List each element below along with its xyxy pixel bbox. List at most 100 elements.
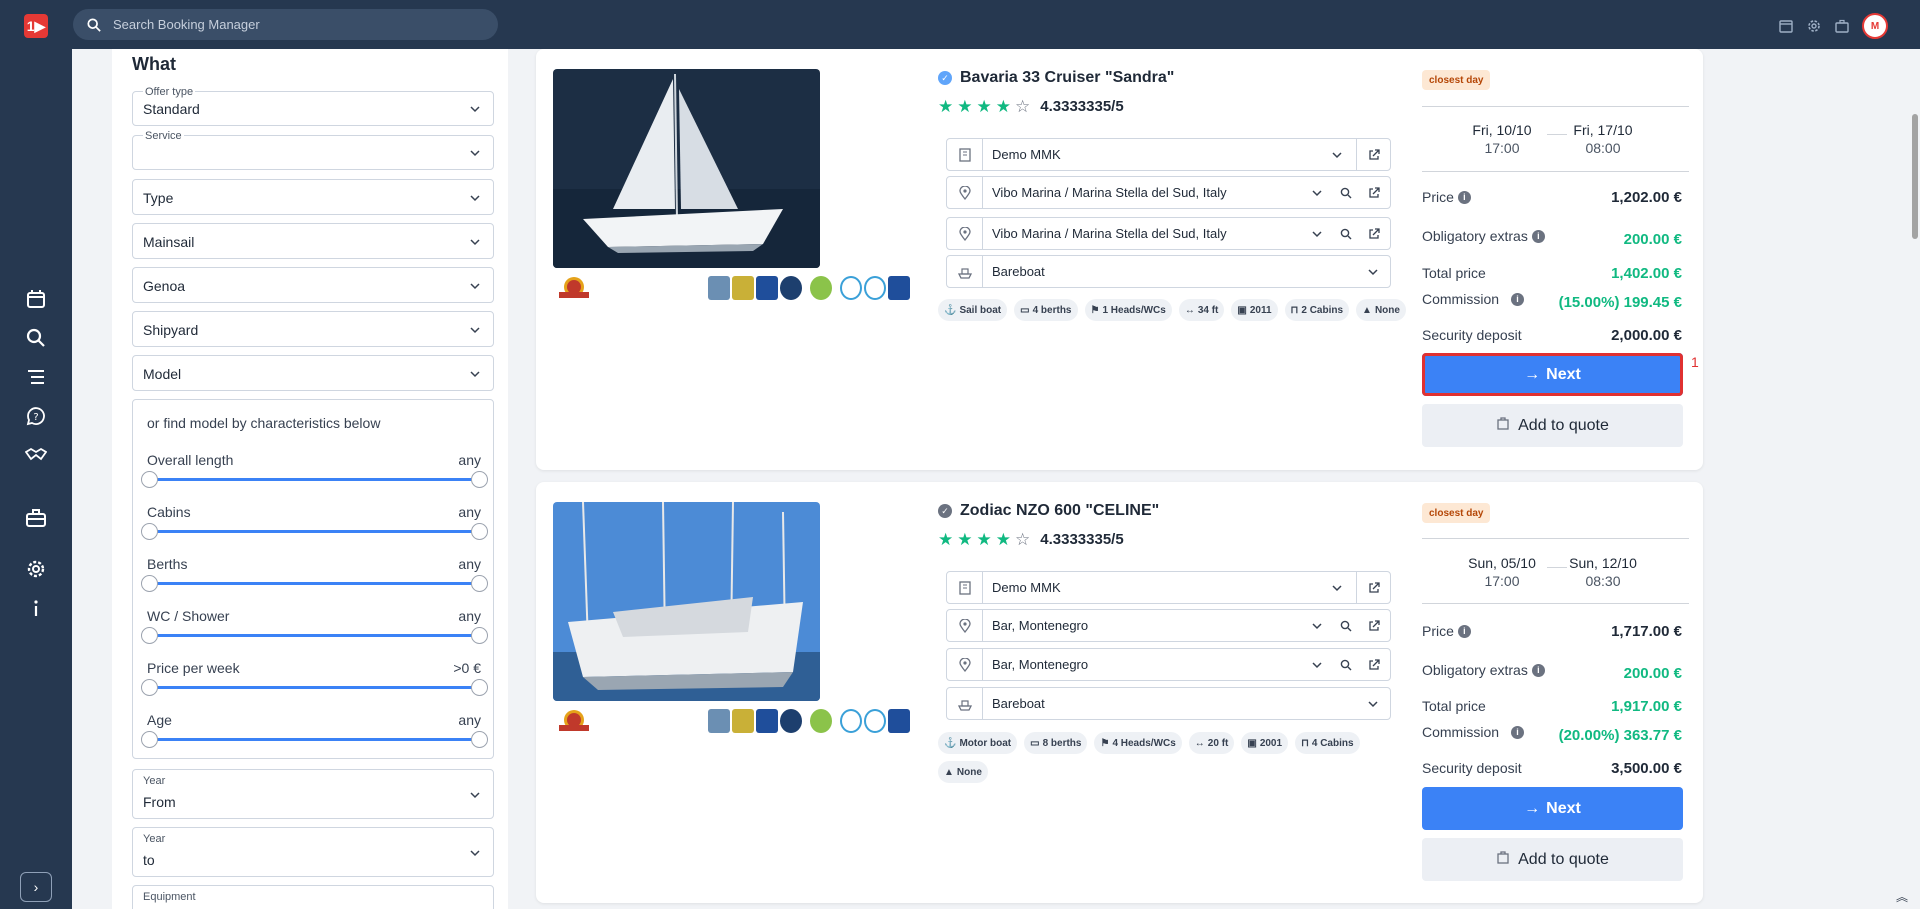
filter-panel: What Offer type Standard Service Type Ma…	[112, 49, 508, 909]
chevron-down-icon	[470, 195, 480, 202]
slider-max-handle[interactable]	[471, 627, 488, 644]
slider-min-handle[interactable]	[141, 679, 158, 696]
base-from-select[interactable]: Vibo Marina / Marina Stella del Sud, Ita…	[946, 176, 1391, 209]
slider-track[interactable]	[149, 530, 479, 533]
equipment-select[interactable]: Equipment	[132, 885, 494, 909]
search-input[interactable]	[113, 17, 473, 32]
handshake-nav-icon[interactable]	[24, 443, 48, 467]
add-to-quote-button[interactable]: Add to quote	[1422, 838, 1683, 881]
info-icon[interactable]: i	[1531, 663, 1545, 677]
chevron-down-icon	[470, 283, 480, 290]
search-nav-icon[interactable]	[24, 326, 48, 350]
age-slider[interactable]: Age any	[141, 712, 488, 764]
scrollbar-thumb[interactable]	[1912, 114, 1918, 239]
slider-track[interactable]	[149, 686, 479, 689]
slider-value: any	[458, 556, 481, 572]
slider-track[interactable]	[149, 738, 479, 741]
slider-min-handle[interactable]	[141, 523, 158, 540]
add-to-quote-button[interactable]: Add to quote	[1422, 404, 1683, 447]
characteristics-box: or find model by characteristics below O…	[132, 399, 494, 759]
end-date: Fri, 17/10	[1573, 122, 1633, 138]
info-icon[interactable]: i	[1457, 190, 1471, 204]
company-select[interactable]: Demo MMK	[946, 138, 1391, 171]
info-icon[interactable]: i	[1457, 624, 1471, 638]
type-select-label: Type	[143, 190, 174, 206]
info-icon[interactable]: i	[1511, 292, 1525, 306]
slider-min-handle[interactable]	[141, 575, 158, 592]
certificate-badge-icon	[840, 276, 862, 300]
external-link-icon[interactable]	[1356, 139, 1391, 170]
price-row: Price i 1,717.00 €	[1422, 623, 1682, 641]
genoa-select[interactable]: Genoa	[132, 267, 494, 303]
app-logo[interactable]: 1▶	[24, 14, 48, 38]
help-nav-icon[interactable]: ?	[24, 404, 48, 428]
slider-max-handle[interactable]	[471, 575, 488, 592]
year-to-select[interactable]: Year to	[132, 827, 494, 877]
briefcase-icon[interactable]	[1834, 18, 1850, 34]
user-avatar[interactable]: M	[1862, 13, 1888, 39]
charter-type-select[interactable]: Bareboat	[946, 687, 1391, 720]
external-link-icon[interactable]	[1356, 572, 1391, 603]
external-link-icon[interactable]	[1356, 649, 1391, 680]
yacht-name[interactable]: Zodiac NZO 600 "CELINE"	[960, 502, 1159, 520]
chevron-down-icon	[470, 239, 480, 246]
external-link-icon[interactable]	[1356, 610, 1391, 641]
slider-track[interactable]	[149, 478, 479, 481]
model-select[interactable]: Model	[132, 355, 494, 391]
yacht-name[interactable]: Bavaria 33 Cruiser "Sandra"	[960, 69, 1174, 87]
filter-title: What	[132, 54, 176, 74]
company-select[interactable]: Demo MMK	[946, 571, 1391, 604]
slider-max-handle[interactable]	[471, 471, 488, 488]
length-icon: ↔	[1194, 737, 1205, 749]
list-nav-icon[interactable]	[24, 365, 48, 389]
service-select[interactable]: Service	[132, 130, 494, 170]
slider-label: Age	[147, 712, 172, 728]
slider-track[interactable]	[149, 582, 479, 585]
next-button[interactable]: → Next	[1422, 787, 1683, 830]
slider-min-handle[interactable]	[141, 471, 158, 488]
offer-type-select[interactable]: Offer type Standard	[132, 86, 494, 126]
charter-type-select[interactable]: Bareboat	[946, 255, 1391, 288]
cabins-slider[interactable]: Cabins any	[141, 504, 488, 556]
year-from-select[interactable]: Year From	[132, 769, 494, 819]
slider-min-handle[interactable]	[141, 731, 158, 748]
slider-max-handle[interactable]	[471, 731, 488, 748]
calendar-icon[interactable]	[1778, 18, 1794, 34]
certificate-badge-icon	[756, 276, 778, 300]
next-button[interactable]: → Next	[1422, 353, 1683, 396]
shipyard-select[interactable]: Shipyard	[132, 311, 494, 347]
info-icon[interactable]: i	[1511, 725, 1525, 739]
scroll-to-top-icon[interactable]: ︽	[1896, 888, 1908, 905]
expand-sidebar-button[interactable]: ›	[20, 872, 52, 902]
chevron-down-icon	[1312, 231, 1322, 238]
external-link-icon[interactable]	[1356, 177, 1391, 208]
slider-max-handle[interactable]	[471, 679, 488, 696]
base-to-select[interactable]: Bar, Montenegro	[946, 648, 1391, 681]
overall-length-slider[interactable]: Overall length any	[141, 452, 488, 504]
chevron-down-icon	[470, 850, 480, 857]
berths-slider[interactable]: Berths any	[141, 556, 488, 608]
type-select[interactable]: Type	[132, 179, 494, 215]
info-icon[interactable]: i	[1531, 229, 1545, 243]
settings-nav-icon[interactable]	[24, 557, 48, 581]
yacht-photo[interactable]	[553, 69, 820, 268]
external-link-icon[interactable]	[1356, 218, 1391, 249]
slider-track[interactable]	[149, 634, 479, 637]
yacht-photo[interactable]	[553, 502, 820, 701]
search-bar[interactable]	[73, 9, 498, 40]
base-to-select[interactable]: Vibo Marina / Marina Stella del Sud, Ita…	[946, 217, 1391, 250]
info-nav-icon[interactable]	[24, 596, 48, 620]
slider-min-handle[interactable]	[141, 627, 158, 644]
equipment-label: Equipment	[143, 891, 196, 903]
page-scrollbar[interactable]	[1910, 49, 1920, 909]
chevron-down-icon	[470, 371, 480, 378]
wc-shower-slider[interactable]: WC / Shower any	[141, 608, 488, 660]
mainsail-select[interactable]: Mainsail	[132, 223, 494, 259]
gear-icon[interactable]	[1806, 18, 1822, 34]
briefcase-nav-icon[interactable]	[24, 506, 48, 530]
base-from-select[interactable]: Bar, Montenegro	[946, 609, 1391, 642]
price-per-week-slider[interactable]: Price per week >0 €	[141, 660, 488, 712]
deposit-value: 3,500.00 €	[1611, 760, 1682, 777]
calendar-nav-icon[interactable]	[24, 287, 48, 311]
slider-max-handle[interactable]	[471, 523, 488, 540]
